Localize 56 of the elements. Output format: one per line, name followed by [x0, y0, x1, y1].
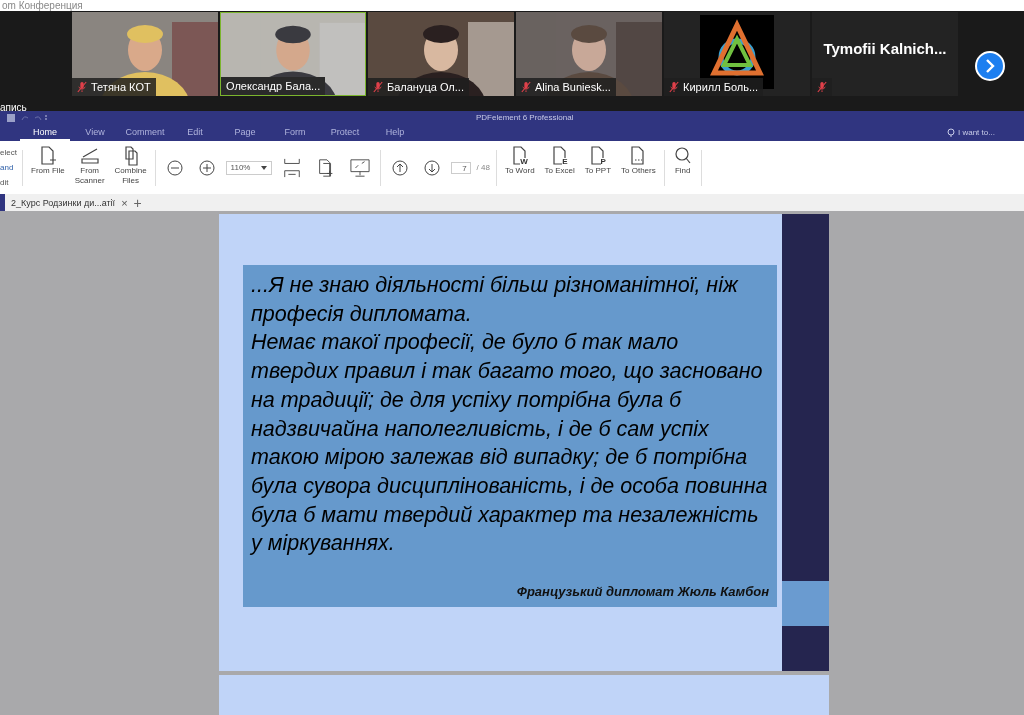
participant-name: Alina Buniesk...	[535, 81, 611, 94]
participant-tile[interactable]: Олександр Бала...	[220, 12, 366, 97]
toolbar-button[interactable]: E To Excel	[542, 145, 577, 190]
menu-tab[interactable]: Edit	[170, 124, 220, 141]
document-tab[interactable]: 2_Курс Родзинки ди...атії ×	[11, 196, 128, 209]
participant-tile[interactable]: Tymofii Kalnich...	[812, 12, 958, 97]
participant-tile[interactable]: Балануца Ол...	[368, 12, 514, 97]
new-tab-button[interactable]: +	[133, 194, 142, 211]
menu-tab[interactable]: Form	[270, 124, 320, 141]
quote-attribution: Французький дипломат Жюль Камбон	[515, 584, 769, 599]
previous-page-icon[interactable]	[391, 159, 408, 176]
menu-tab[interactable]: Page	[220, 124, 270, 141]
participant-tile[interactable]: Кирилл Боль...	[664, 12, 810, 97]
quote-text: Немає такої професії, де було б так мало твердих правил і так багато того, що засновано на традиції; де для успіху потрібна була б надзвичайна наполегливість, і де б сам успіх такою мірою залежав від випадку; де б потрібна була сувора дисциплінованість, і де особа повинна була б мати твердий характер та незалежність у міркуваннях.	[251, 329, 769, 558]
zoom-out-icon[interactable]	[166, 159, 183, 176]
app-title: om Конференция	[2, 0, 83, 12]
fit-width-icon[interactable]	[281, 157, 302, 178]
file-type-letter: P	[600, 157, 606, 166]
menu-tab[interactable]: Help	[370, 124, 420, 141]
participant-tile[interactable]: Alina Buniesk...	[516, 12, 662, 97]
zoom-in-icon[interactable]	[198, 159, 215, 176]
toolbar-button[interactable]: W To Word	[502, 145, 537, 190]
file-type-letter: E	[562, 157, 568, 166]
tool-label[interactable]: and	[0, 163, 16, 172]
participant-name: Tymofii Kalnich...	[823, 39, 947, 57]
caret-icon	[260, 165, 267, 170]
tool-label[interactable]: dit	[0, 178, 16, 187]
file-type-letter: W	[520, 157, 528, 166]
zoom-dropdown[interactable]: 110%	[225, 160, 272, 175]
full-screen-icon[interactable]	[349, 157, 370, 178]
search-icon	[672, 145, 693, 166]
close-tab-button[interactable]: ×	[121, 196, 128, 209]
menu-tab[interactable]: Protect	[320, 124, 370, 141]
menu-tab[interactable]: View	[70, 124, 120, 141]
participant-tile[interactable]: Тетяна КОТ	[72, 12, 218, 97]
toolbar-button[interactable]: To Others	[619, 145, 658, 190]
menu-tab[interactable]: Comment	[120, 124, 170, 141]
next-page-icon[interactable]	[423, 159, 440, 176]
toolbar-button[interactable]: Combine Files	[112, 145, 149, 190]
participant-name: Олександр Бала...	[226, 80, 321, 93]
recording-label: апись	[0, 102, 27, 113]
page-count: / 48	[476, 163, 490, 172]
toolbar-button[interactable]: P To PPT	[582, 145, 614, 190]
participant-name: Кирилл Боль...	[683, 81, 759, 94]
toolbar-button[interactable]: From File	[29, 145, 67, 190]
participant-name: Балануца Ол...	[387, 81, 464, 94]
tool-label[interactable]: elect	[0, 148, 16, 157]
participant-name: Тетяна КОТ	[91, 81, 151, 94]
quote-text: ...Я не знаю діяльності більш різноманітної, ніж професія дипломата.	[251, 272, 740, 328]
find-button[interactable]: Find	[670, 145, 695, 190]
window-title: PDFelement 6 Professional	[476, 113, 574, 122]
page-number-field[interactable]: 7	[450, 161, 471, 174]
panel-edge	[0, 194, 5, 211]
lightbulb-icon	[947, 127, 955, 138]
help-search[interactable]: I want to...	[958, 128, 995, 137]
toolbar-button[interactable]: From Scanner	[72, 145, 107, 190]
